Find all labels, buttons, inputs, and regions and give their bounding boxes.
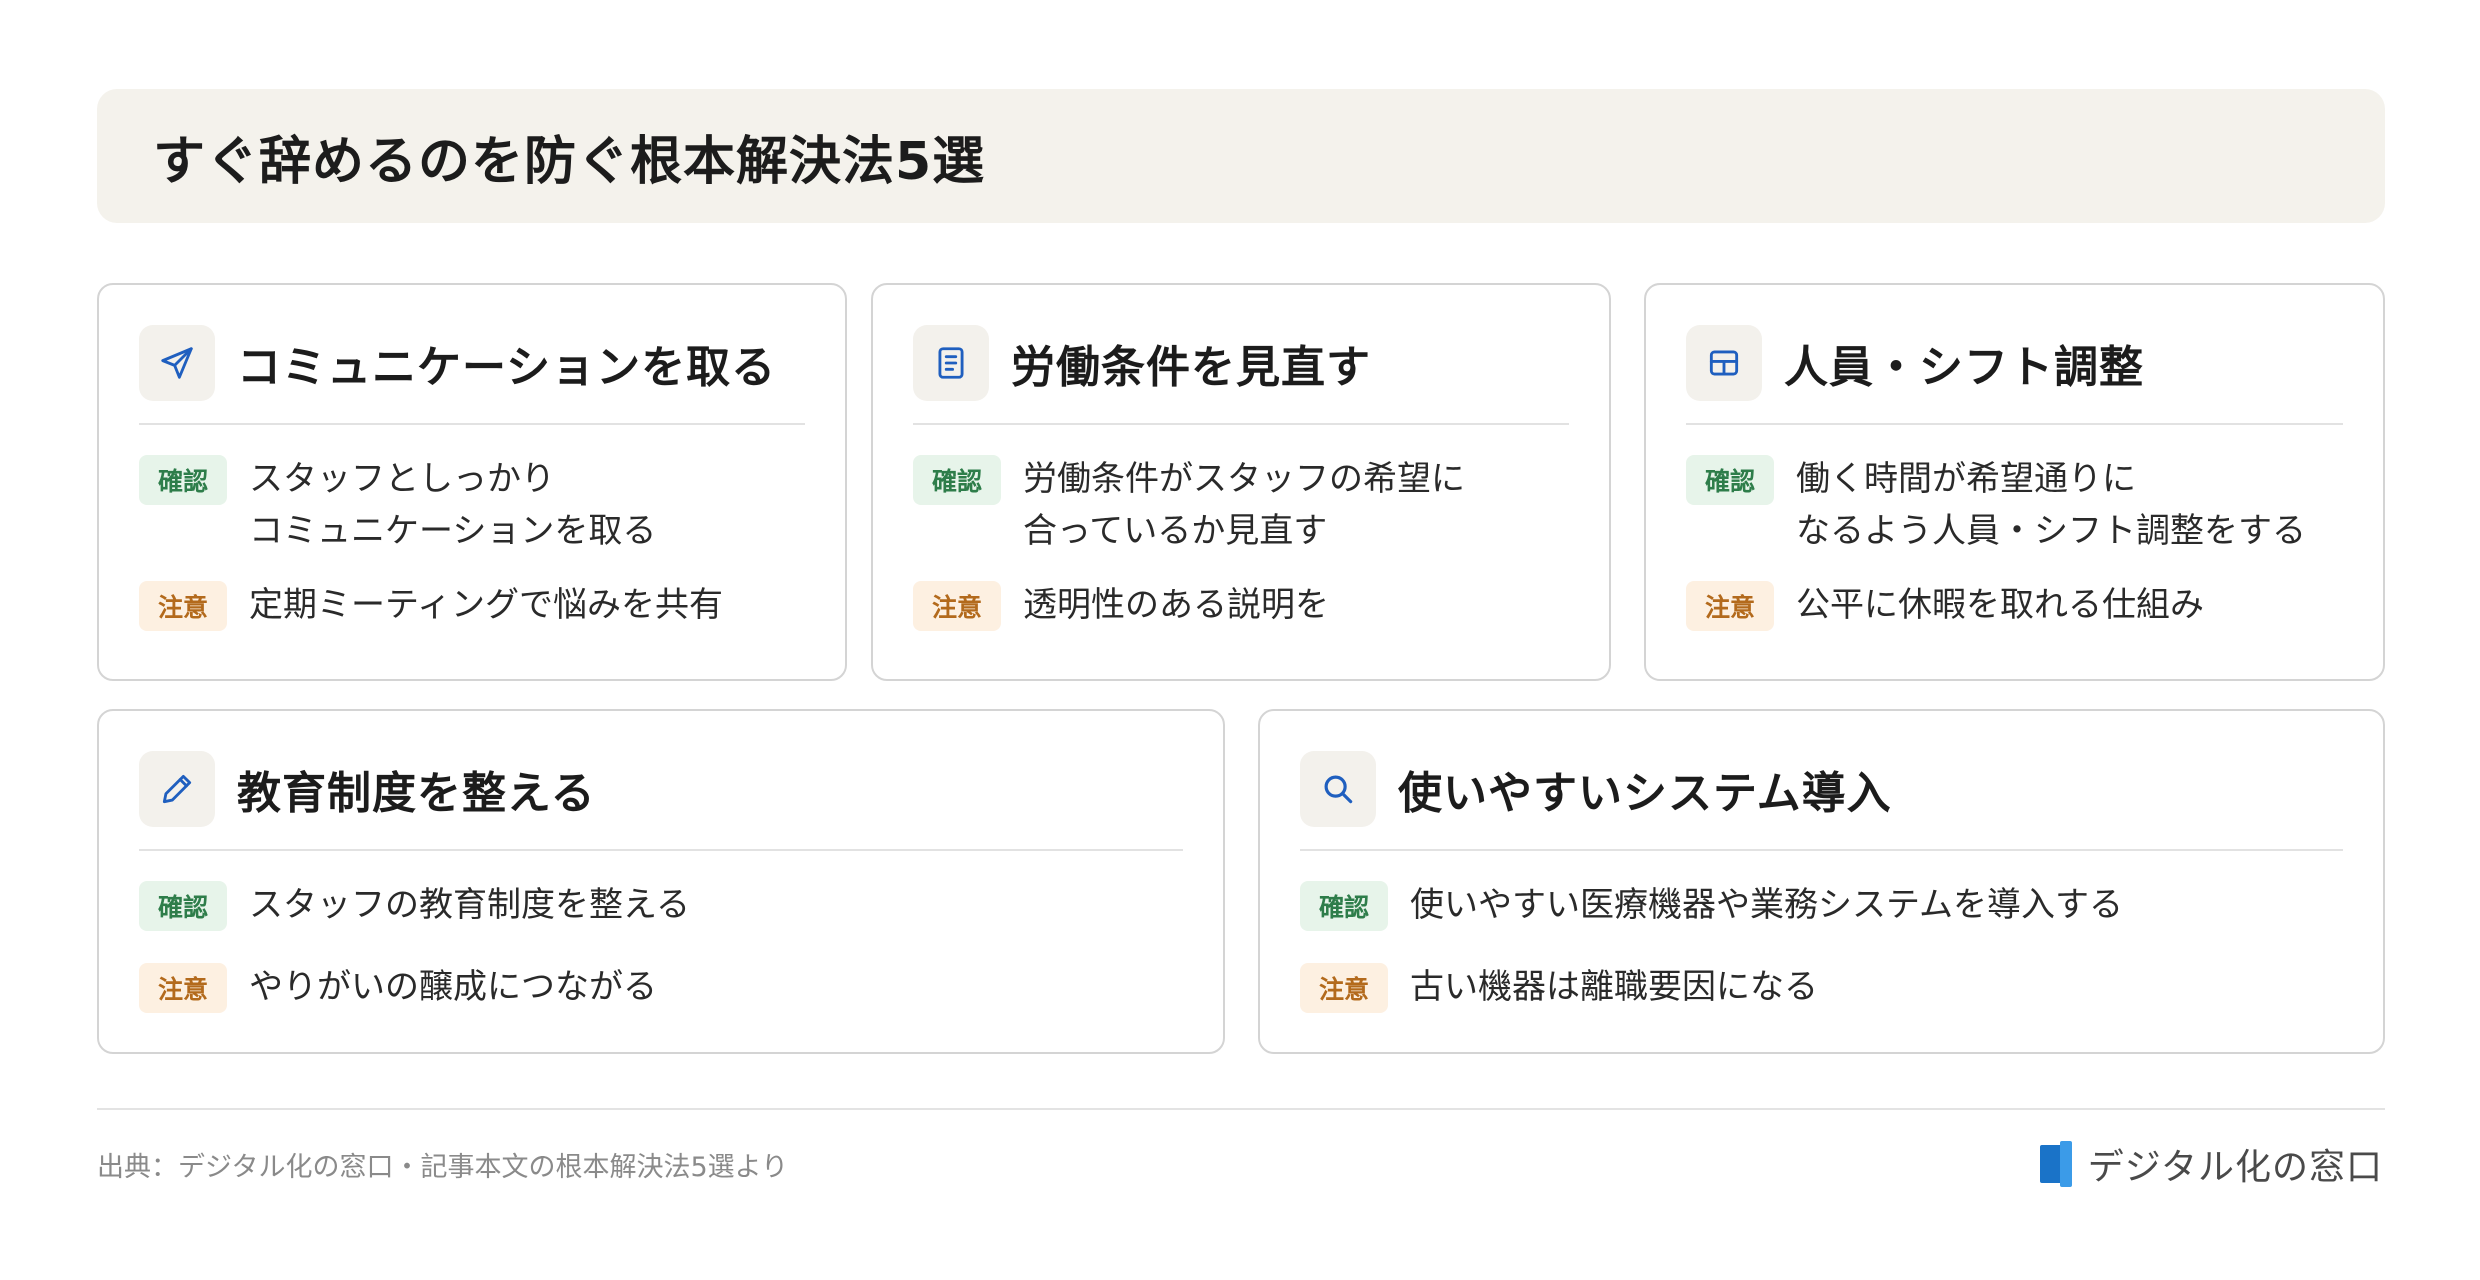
caution-badge: 注意 xyxy=(1300,963,1388,1013)
caution-row: 注意 古い機器は離職要因になる xyxy=(1300,961,2343,1013)
confirm-badge: 確認 xyxy=(139,455,227,505)
confirm-badge: 確認 xyxy=(1300,881,1388,931)
caution-row: 注意 公平に休暇を取れる仕組み xyxy=(1686,579,2343,631)
confirm-text: 働く時間が希望通りに なるよう人員・シフト調整をする xyxy=(1796,459,2306,551)
card-header: 労働条件を見直す xyxy=(913,325,1569,425)
solution-card-system: 使いやすいシステム導入 確認 使いやすい医療機器や業務システムを導入する 注意 … xyxy=(1258,709,2385,1054)
solution-card-education: 教育制度を整える 確認 スタッフの教育制度を整える 注意 やりがいの醸成につなが… xyxy=(97,709,1225,1054)
pencil-icon xyxy=(139,751,215,827)
caution-text: 透明性のある説明を xyxy=(1023,585,1329,625)
window-logo-icon xyxy=(2039,1141,2072,1187)
send-icon xyxy=(139,325,215,401)
confirm-text: 労働条件がスタッフの希望に 合っているか見直す xyxy=(1023,459,1465,551)
confirm-row: 確認 使いやすい医療機器や業務システムを導入する xyxy=(1300,879,2343,931)
solution-card-staffing-shift: 人員・シフト調整 確認 働く時間が希望通りに なるよう人員・シフト調整をする 注… xyxy=(1644,283,2385,681)
confirm-row: 確認 スタッフの教育制度を整える xyxy=(139,879,1183,931)
document-icon xyxy=(913,325,989,401)
title-banner: すぐ辞めるのを防ぐ根本解決法5選 xyxy=(97,89,2385,223)
confirm-row: 確認 働く時間が希望通りに なるよう人員・シフト調整をする xyxy=(1686,453,2343,557)
source-note: 出典：デジタル化の窓口・記事本文の根本解決法5選より xyxy=(97,1152,789,1183)
caution-text: 古い機器は離職要因になる xyxy=(1410,967,1818,1007)
caution-badge: 注意 xyxy=(139,963,227,1013)
confirm-badge: 確認 xyxy=(913,455,1001,505)
card-title: 教育制度を整える xyxy=(237,768,596,819)
card-title: 労働条件を見直す xyxy=(1011,342,1371,393)
card-header: コミュニケーションを取る xyxy=(139,325,805,425)
card-header: 人員・シフト調整 xyxy=(1686,325,2343,425)
caution-text: やりがいの醸成につながる xyxy=(249,967,657,1007)
caution-text: 定期ミーティングで悩みを共有 xyxy=(249,585,723,625)
card-title: 使いやすいシステム導入 xyxy=(1398,768,1892,819)
confirm-row: 確認 スタッフとしっかり コミュニケーションを取る xyxy=(139,453,805,557)
brand-name: デジタル化の窓口 xyxy=(2087,1147,2383,1188)
solution-card-communication: コミュニケーションを取る 確認 スタッフとしっかり コミュニケーションを取る 注… xyxy=(97,283,847,681)
card-title: コミュニケーションを取る xyxy=(237,342,777,393)
confirm-text: スタッフとしっかり コミュニケーションを取る xyxy=(249,459,657,551)
caution-badge: 注意 xyxy=(139,581,227,631)
caution-badge: 注意 xyxy=(1686,581,1774,631)
confirm-row: 確認 労働条件がスタッフの希望に 合っているか見直す xyxy=(913,453,1569,557)
solution-card-working-conditions: 労働条件を見直す 確認 労働条件がスタッフの希望に 合っているか見直す 注意 透… xyxy=(871,283,1611,681)
card-header: 教育制度を整える xyxy=(139,751,1183,851)
confirm-text: 使いやすい医療機器や業務システムを導入する xyxy=(1410,885,2123,925)
footer-divider xyxy=(97,1108,2385,1110)
caution-row: 注意 定期ミーティングで悩みを共有 xyxy=(139,579,805,631)
caution-text: 公平に休暇を取れる仕組み xyxy=(1796,585,2204,625)
confirm-badge: 確認 xyxy=(1686,455,1774,505)
card-title: 人員・シフト調整 xyxy=(1784,342,2144,393)
confirm-badge: 確認 xyxy=(139,881,227,931)
caution-badge: 注意 xyxy=(913,581,1001,631)
caution-row: 注意 透明性のある説明を xyxy=(913,579,1569,631)
grid-icon xyxy=(1686,325,1762,401)
card-header: 使いやすいシステム導入 xyxy=(1300,751,2343,851)
brand-logo: デジタル化の窓口 xyxy=(2038,1138,2383,1190)
page-title: すぐ辞めるのを防ぐ根本解決法5選 xyxy=(153,131,986,192)
infographic-page: すぐ辞めるのを防ぐ根本解決法5選 コミュニケーションを取る 確認 スタッフとしっ… xyxy=(0,0,2480,1280)
search-icon xyxy=(1300,751,1376,827)
caution-row: 注意 やりがいの醸成につながる xyxy=(139,961,1183,1013)
confirm-text: スタッフの教育制度を整える xyxy=(249,885,690,925)
